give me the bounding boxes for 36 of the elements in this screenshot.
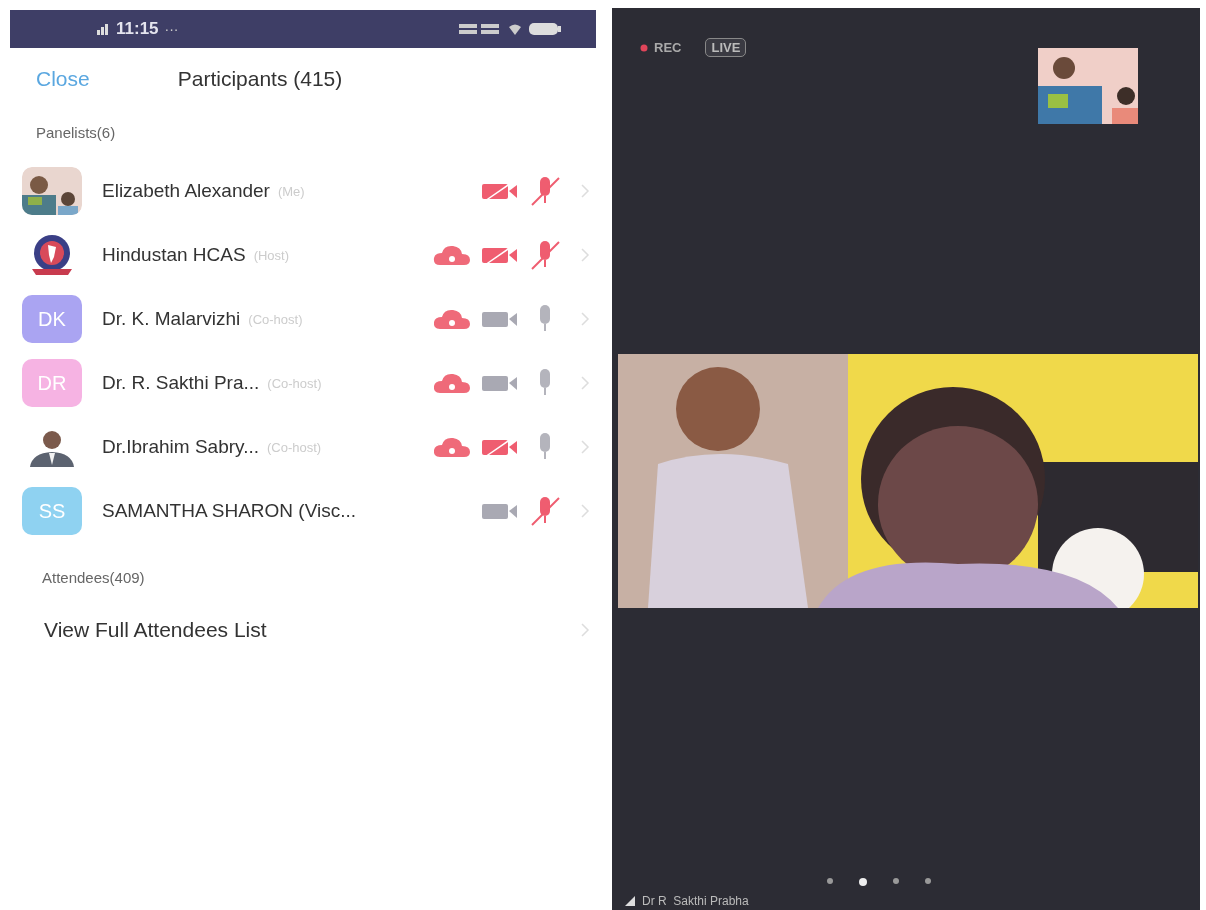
recording-label: REC (654, 40, 682, 55)
participant-name: Dr. K. Malarvizhi (102, 308, 241, 330)
page-dot[interactable] (925, 878, 931, 884)
record-dot-icon (640, 43, 648, 52)
avatar: DK (22, 295, 82, 343)
live-badge: LIVE (705, 38, 747, 57)
chevron-icon (580, 503, 590, 519)
clock-time: 11:15 (116, 19, 159, 39)
participant-row[interactable]: SS SAMANTHA SHARON (Visc... (10, 479, 596, 543)
participants-title: Participants (415) (177, 67, 343, 91)
participant-name: Hindustan HCAS (102, 244, 246, 266)
network-icon (458, 22, 502, 36)
view-attendees-link[interactable]: View Full Attendees List (10, 602, 596, 658)
section-heading: Attendees(409) (41, 568, 146, 588)
page-dot[interactable] (859, 878, 867, 886)
chevron-icon (580, 247, 590, 263)
wifi-icon (508, 22, 522, 36)
chevron-icon (580, 439, 590, 455)
page-dot[interactable] (893, 878, 899, 884)
avatar: SS (22, 487, 82, 535)
section-heading: Panelists(6) (35, 123, 117, 143)
more-indicator: ··· (164, 21, 179, 37)
signal-icon (624, 895, 636, 907)
chevron-icon (580, 183, 590, 199)
participant-name: SAMANTHA SHARON (Visc... (102, 500, 357, 522)
speaker-name: Dr R Sakthi Prabha (642, 894, 749, 908)
participant-name: Dr. R. Sakthi Pra... (102, 372, 260, 394)
participant-name: Elizabeth Alexander (102, 180, 270, 202)
battery-icon (528, 22, 562, 36)
chevron-icon (580, 311, 590, 327)
avatar: DR (22, 359, 82, 407)
signal-icon (96, 22, 110, 36)
page-dot[interactable] (827, 878, 833, 884)
chevron-icon (580, 622, 590, 638)
chevron-icon (580, 375, 590, 391)
participant-name: Dr.Ibrahim Sabry... (102, 436, 259, 458)
